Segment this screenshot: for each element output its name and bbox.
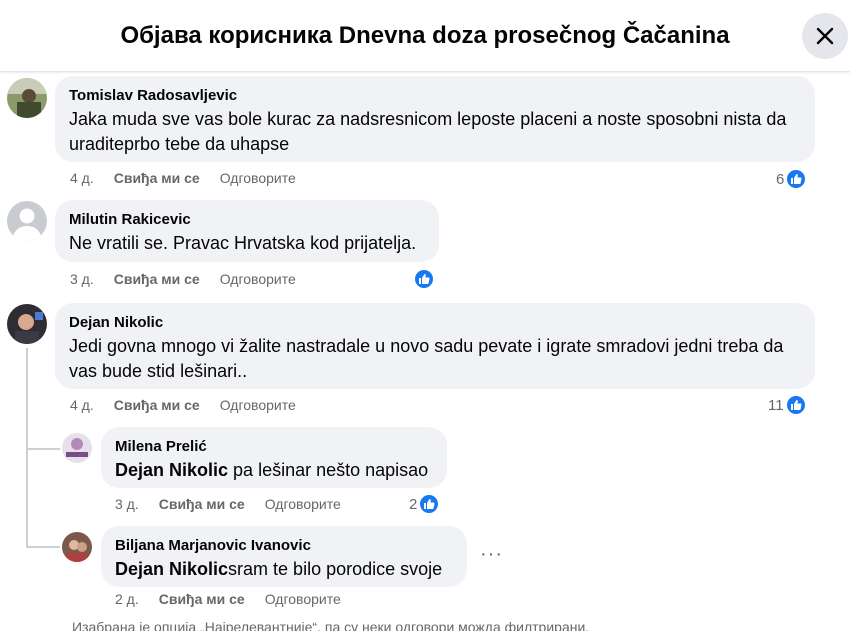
reply-button[interactable]: Одговорите <box>265 591 341 607</box>
reply-body: pa lešinar nešto napisao <box>228 460 429 480</box>
comment-text: Jaka muda sve vas bole kurac za nadsresn… <box>69 109 787 154</box>
reply-time[interactable]: 3 д. <box>115 496 139 512</box>
mention-link[interactable]: Dejan Nikolic <box>115 559 228 579</box>
reply-time[interactable]: 2 д. <box>115 591 139 607</box>
comment-actions: 3 д. Свиђа ми се Одговорите <box>70 271 316 287</box>
reaction-count[interactable]: 6 <box>776 168 808 190</box>
like-button[interactable]: Свиђа ми се <box>114 170 200 186</box>
reaction-number: 2 <box>409 495 418 513</box>
thumbs-up-icon <box>785 168 808 190</box>
reply-body: sram te bilo porodice svoje <box>228 559 443 579</box>
more-options-icon[interactable]: ··· <box>480 544 503 564</box>
comment-author[interactable]: Milutin Rakicevic <box>69 210 425 230</box>
avatar[interactable] <box>62 532 92 562</box>
comment-time[interactable]: 4 д. <box>70 170 94 186</box>
dialog-header: Објава корисника Dnevna doza prosečnog Č… <box>0 0 850 72</box>
reply-text: Dejan Nikolic pa lešinar nešto napisao <box>115 458 433 483</box>
reaction-count[interactable] <box>412 268 435 290</box>
avatar[interactable] <box>62 433 92 463</box>
thread-line <box>26 448 60 450</box>
reply-button[interactable]: Одговорите <box>220 397 296 413</box>
avatar[interactable] <box>7 304 47 344</box>
comment-author[interactable]: Dejan Nikolic <box>69 313 801 333</box>
comment-actions: 4 д. Свиђа ми се Одговорите <box>70 397 316 413</box>
comment-time[interactable]: 4 д. <box>70 397 94 413</box>
reply-author[interactable]: Milena Prelić <box>115 437 433 457</box>
thumbs-up-icon <box>418 493 441 515</box>
reply-actions: 2 д. Свиђа ми се Одговорите <box>115 591 361 607</box>
filter-note: Изабрана је опција „Најрелевантније“, па… <box>72 619 590 631</box>
like-button[interactable]: Свиђа ми се <box>159 496 245 512</box>
close-button[interactable] <box>802 13 848 59</box>
avatar[interactable] <box>7 78 47 118</box>
comment-text: Jedi govna mnogo vi žalite nastradale u … <box>69 336 784 381</box>
comment-bubble: Milutin Rakicevic Ne vratili se. Pravac … <box>55 200 439 262</box>
close-icon <box>816 27 834 45</box>
like-button[interactable]: Свиђа ми се <box>114 397 200 413</box>
default-user-icon <box>7 201 47 241</box>
reaction-number: 11 <box>768 396 784 414</box>
like-button[interactable]: Свиђа ми се <box>114 271 200 287</box>
avatar[interactable] <box>7 201 47 241</box>
comment-bubble: Dejan Nikolic Jedi govna mnogo vi žalite… <box>55 303 815 389</box>
thumbs-up-icon <box>784 394 807 416</box>
reply-text: Dejan Nikolicsram te bilo porodice svoje <box>115 557 453 582</box>
comment-time[interactable]: 3 д. <box>70 271 94 287</box>
reaction-number: 6 <box>776 170 785 188</box>
reaction-count[interactable]: 11 <box>768 394 807 416</box>
reply-button[interactable]: Одговорите <box>265 496 341 512</box>
comment-author[interactable]: Tomislav Radosavljevic <box>69 86 801 106</box>
reaction-count[interactable]: 2 <box>409 493 441 515</box>
comment-actions: 4 д. Свиђа ми се Одговорите <box>70 170 316 186</box>
like-button[interactable]: Свиђа ми се <box>159 591 245 607</box>
thumbs-up-icon <box>413 268 435 290</box>
reply-actions: 3 д. Свиђа ми се Одговорите <box>115 496 361 512</box>
reply-bubble: Milena Prelić Dejan Nikolic pa lešinar n… <box>101 427 447 488</box>
reply-author[interactable]: Biljana Marjanovic Ivanovic <box>115 536 453 556</box>
comment-text: Ne vratili se. Pravac Hrvatska kod prija… <box>69 233 417 253</box>
dialog-title: Објава корисника Dnevna doza prosečnog Č… <box>120 22 730 49</box>
thread-line <box>26 546 60 548</box>
reply-button[interactable]: Одговорите <box>220 170 296 186</box>
reply-button[interactable]: Одговорите <box>220 271 296 287</box>
mention-link[interactable]: Dejan Nikolic <box>115 460 228 480</box>
reply-bubble: Biljana Marjanovic Ivanovic Dejan Nikoli… <box>101 526 467 587</box>
comment-bubble: Tomislav Radosavljevic Jaka muda sve vas… <box>55 76 815 162</box>
